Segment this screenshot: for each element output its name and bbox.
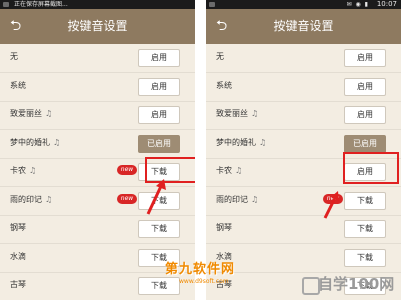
notification-icon: [209, 2, 215, 7]
sound-label: 系统: [10, 80, 26, 90]
list-item: 钢琴 下载: [206, 215, 401, 244]
enable-button[interactable]: 启用: [138, 77, 180, 96]
new-badge: new: [117, 165, 137, 175]
enable-button[interactable]: 启用: [344, 77, 386, 96]
list-item: 无 启用: [206, 44, 401, 73]
arrow-icon: [323, 191, 339, 219]
enable-button[interactable]: 启用: [138, 106, 180, 124]
music-note-icon: ♫: [251, 109, 259, 118]
watermark-url: www.d9soft.com: [179, 278, 229, 285]
sound-label: 钢琴: [216, 223, 232, 232]
sound-label-wrap: 雨的印记 ♫: [10, 193, 52, 207]
list-item: 无 启用: [0, 44, 195, 73]
enable-button[interactable]: 启用: [138, 49, 180, 67]
sound-label: 梦中的婚礼: [216, 137, 256, 147]
list-item: 梦中的婚礼 ♫ 已启用: [0, 130, 195, 159]
header-bar: ⮌ 按键音设置: [206, 9, 401, 44]
sound-label-wrap: 梦中的婚礼 ♫: [10, 136, 60, 150]
music-note-icon: ♫: [235, 166, 243, 175]
enabled-button[interactable]: 已启用: [138, 134, 180, 153]
sound-label: 致爱丽丝: [216, 109, 248, 118]
list-item: 雨的印记♫new下载: [206, 187, 401, 216]
music-note-icon: ♫: [45, 109, 53, 118]
sound-label-wrap: 雨的印记 ♫: [216, 193, 258, 207]
page-title: 按键音设置: [67, 19, 128, 33]
sound-label: 卡农: [10, 166, 26, 175]
sound-label-wrap: 卡农 ♫: [216, 164, 242, 178]
status-bar: ✉ ◉ ▮ 10:07: [206, 0, 401, 9]
list-item: 致爱丽丝 ♫ 启用: [0, 101, 195, 130]
status-icons: ✉ ◉ ▮: [346, 1, 369, 8]
highlight-box: [343, 152, 399, 184]
sound-label-wrap: 致爱丽丝 ♫: [10, 107, 52, 121]
list-item: 钢琴 下载: [0, 215, 195, 244]
list-item: 致爱丽丝 ♫ 启用: [206, 101, 401, 130]
sound-label: 古琴: [10, 280, 26, 289]
status-bar: 正在保存屏幕截图...: [0, 0, 195, 9]
music-note-icon: ♫: [45, 194, 53, 204]
enable-button[interactable]: 启用: [344, 106, 386, 124]
sound-label-wrap: 卡农 ♫: [10, 164, 36, 178]
watermark-d9soft: 第九软件网 www.d9soft.com: [165, 262, 245, 290]
sound-label: 无: [10, 52, 18, 61]
download-button[interactable]: 下载: [138, 220, 180, 238]
enabled-button[interactable]: 已启用: [344, 134, 386, 153]
new-badge: new: [117, 193, 137, 204]
watermark-zixue100: 自学100网: [318, 275, 395, 293]
list-item: 系统 启用: [206, 73, 401, 102]
music-note-icon: ♫: [259, 137, 267, 147]
notification-icon: [3, 2, 9, 7]
watermark-title: 第九软件网: [165, 262, 236, 277]
download-button[interactable]: 下载: [344, 191, 386, 210]
sound-label-wrap: 致爱丽丝 ♫: [216, 107, 258, 121]
music-note-icon: ♫: [29, 166, 37, 175]
list-item: 系统 启用: [0, 73, 195, 102]
left-screenshot: 正在保存屏幕截图... ⮌ 按键音设置 无启用 系统 启用 致爱丽丝 ♫ 启用 梦中的婚礼 ♫…: [0, 0, 195, 300]
page-title: 按键音设置: [273, 19, 334, 33]
arrow-icon: [146, 179, 166, 215]
sound-label: 钢琴: [10, 223, 26, 232]
sound-label: 梦中的婚礼: [10, 137, 50, 147]
sound-label: 卡农: [216, 166, 232, 175]
download-button[interactable]: 下载: [344, 248, 386, 267]
status-time: 10:07: [376, 0, 397, 8]
sound-label: 雨的印记: [10, 194, 42, 204]
sound-label-wrap: 梦中的婚礼 ♫: [216, 136, 266, 150]
header-bar: ⮌ 按键音设置: [0, 9, 195, 44]
status-text: 正在保存屏幕截图...: [14, 1, 68, 8]
sound-label: 水滴: [10, 251, 26, 261]
music-note-icon: ♫: [251, 194, 259, 204]
enable-button[interactable]: 启用: [344, 49, 386, 67]
right-screenshot: ✉ ◉ ▮ 10:07 ⮌ 按键音设置 无启用 系统 启用 致爱丽丝 ♫ 启用 梦中的婚礼 ♫…: [206, 0, 401, 300]
sound-label: 无: [216, 52, 224, 61]
sound-label: 系统: [216, 80, 232, 90]
download-button[interactable]: 下载: [344, 220, 386, 238]
music-note-icon: ♫: [53, 137, 61, 147]
sound-label: 雨的印记: [216, 194, 248, 204]
sound-label: 致爱丽丝: [10, 109, 42, 118]
